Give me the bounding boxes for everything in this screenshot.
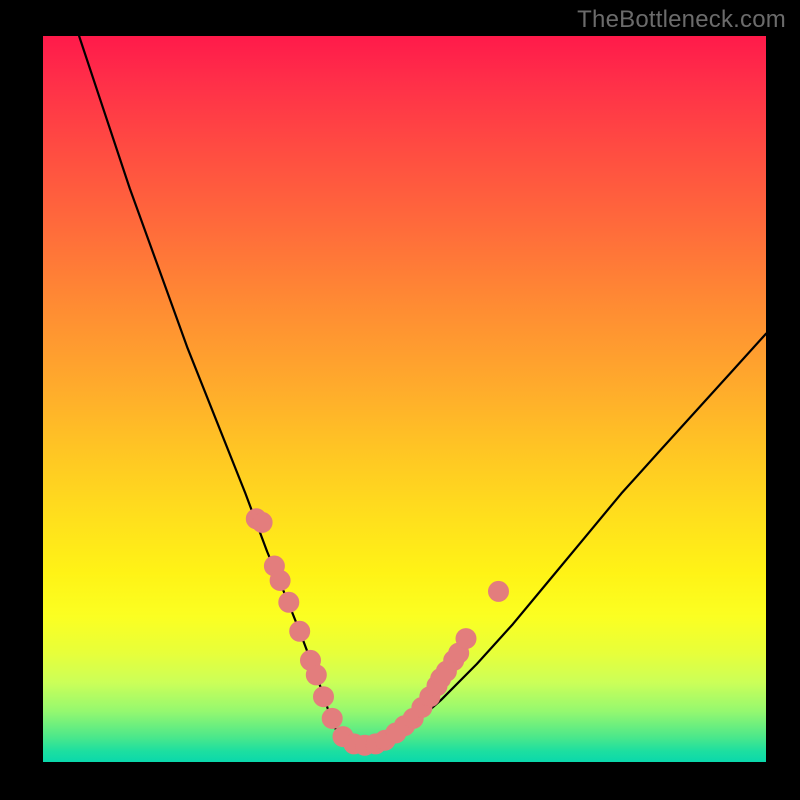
scatter-marker <box>270 571 290 591</box>
scatter-marker <box>489 581 509 601</box>
scatter-marker <box>290 621 310 641</box>
scatter-marker <box>279 592 299 612</box>
scatter-marker <box>322 708 342 728</box>
bottleneck-curve-line <box>79 36 766 748</box>
scatter-marker <box>252 512 272 532</box>
scatter-marker <box>456 629 476 649</box>
scatter-marker <box>306 665 326 685</box>
scatter-markers <box>246 509 508 756</box>
chart-container: TheBottleneck.com <box>0 0 800 800</box>
curve-svg <box>43 36 766 762</box>
watermark-text: TheBottleneck.com <box>577 6 786 34</box>
scatter-marker <box>314 687 334 707</box>
plot-area <box>43 36 766 762</box>
